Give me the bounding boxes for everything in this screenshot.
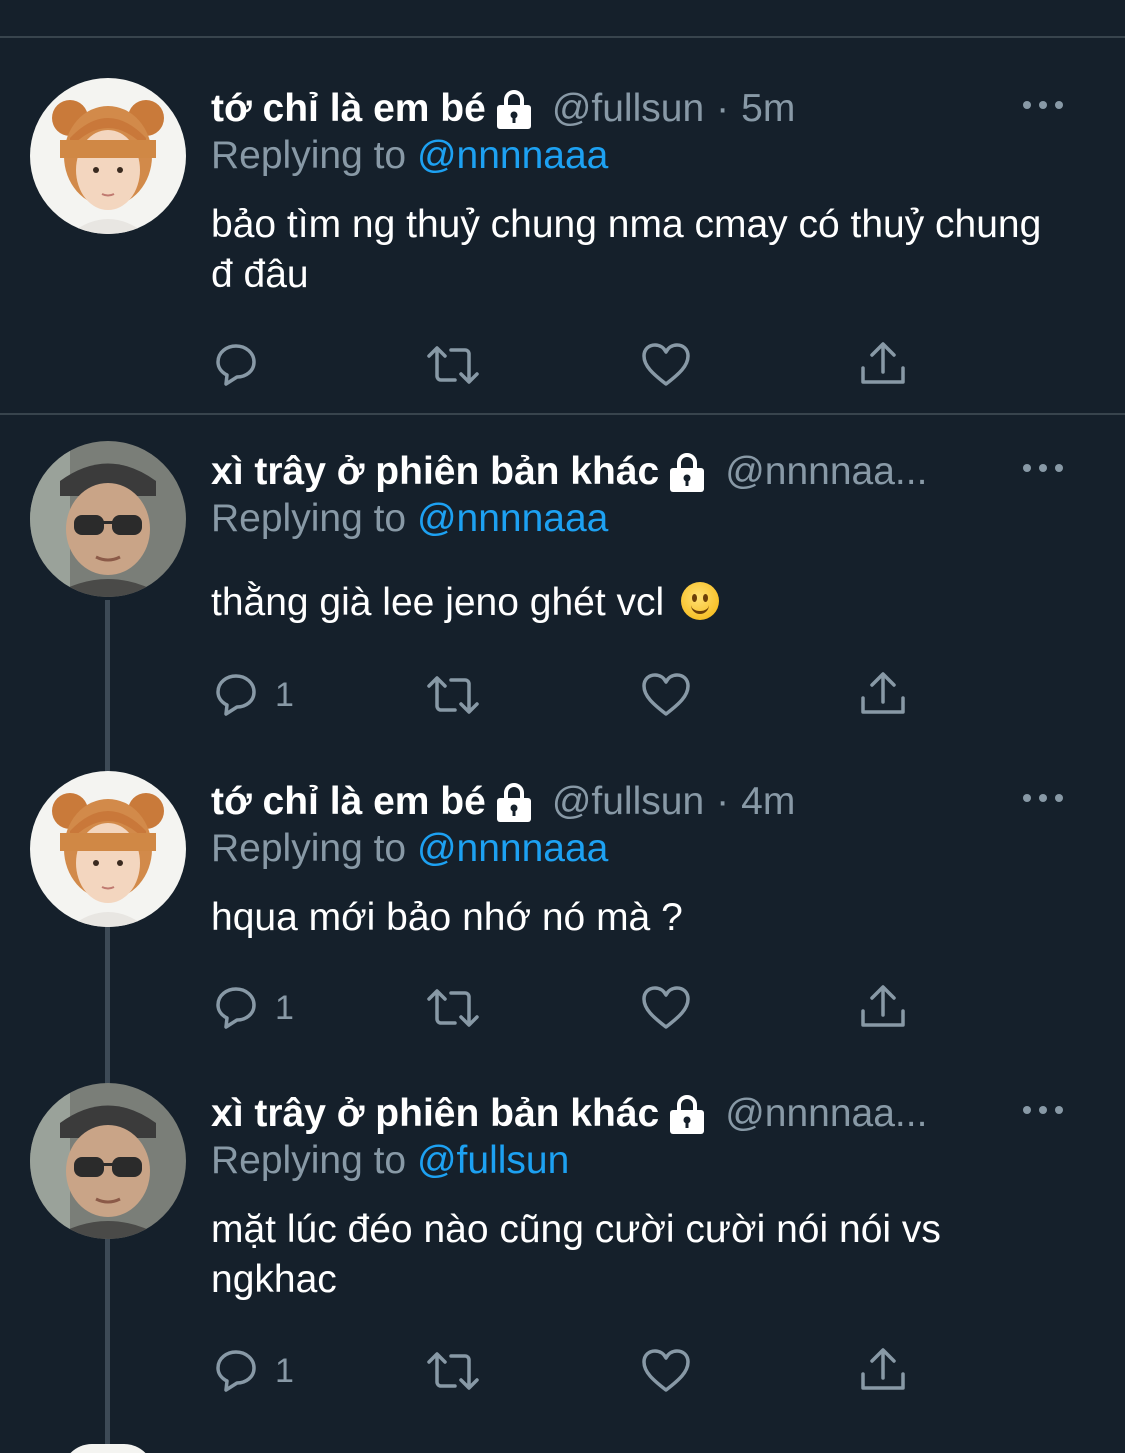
like-button[interactable] — [641, 670, 691, 720]
avatar[interactable] — [30, 771, 186, 927]
more-icon[interactable] — [1023, 792, 1063, 804]
more-icon[interactable] — [1023, 99, 1063, 111]
slightly-smiling-face-icon — [681, 582, 720, 620]
reply-icon — [216, 1350, 256, 1392]
reply-icon — [216, 344, 256, 386]
tweet-header: tớ chỉ là em bé @fullsun · 5m — [211, 84, 795, 134]
reply-count: 1 — [275, 1351, 294, 1390]
tweet-text: bảo tìm ng thuỷ chung nma cmay có thuỷ c… — [211, 203, 1042, 296]
like-button[interactable] — [641, 340, 691, 390]
handle[interactable]: @fullsun — [552, 87, 704, 131]
lock-icon — [667, 450, 707, 494]
tweet-header: xì trây ở phiên bản khác @nnnnaa... — [211, 1089, 1001, 1139]
top-divider — [0, 36, 1125, 38]
share-icon — [861, 672, 905, 714]
reply-icon — [216, 674, 256, 716]
retweet-button[interactable] — [425, 1346, 481, 1396]
action-bar — [211, 340, 931, 390]
reply-button[interactable] — [211, 340, 275, 390]
action-bar: 1 — [211, 670, 931, 720]
handle[interactable]: @fullsun — [552, 780, 704, 824]
retweet-button[interactable] — [425, 670, 481, 720]
separator: · — [716, 780, 730, 823]
share-button[interactable] — [858, 1346, 908, 1396]
sunglasses-avatar — [30, 1083, 186, 1239]
retweet-icon — [427, 989, 479, 1027]
retweet-icon — [427, 346, 479, 384]
display-name[interactable]: xì trây ở phiên bản khác — [211, 450, 659, 494]
more-icon[interactable] — [1023, 1104, 1063, 1116]
timeline: tớ chỉ là em bé @fullsun · 5m Replying t… — [0, 0, 1125, 1453]
reply-button[interactable]: 1 — [211, 670, 294, 720]
thread-connector — [105, 600, 110, 1453]
mention-link[interactable]: @nnnnaaa — [417, 497, 608, 540]
replying-prefix: Replying to — [211, 1139, 417, 1182]
tweet-header: tớ chỉ là em bé @fullsun · 4m — [211, 777, 795, 827]
reply-count: 1 — [275, 988, 294, 1027]
like-button[interactable] — [641, 1346, 691, 1396]
like-icon — [642, 343, 690, 386]
handle[interactable]: @nnnnaa... — [725, 1092, 927, 1136]
retweet-icon — [427, 1352, 479, 1390]
reply-button[interactable]: 1 — [211, 983, 294, 1033]
replying-prefix: Replying to — [211, 497, 417, 540]
action-bar: 1 — [211, 1346, 931, 1396]
more-icon[interactable] — [1023, 462, 1063, 474]
retweet-icon — [427, 676, 479, 714]
orange-hair-avatar — [30, 78, 186, 234]
like-icon — [642, 1349, 690, 1392]
replying-prefix: Replying to — [211, 134, 417, 177]
tweet-text-content: thằng già lee jeno ghét vcl — [211, 581, 665, 624]
separator: · — [716, 87, 730, 130]
replying-to: Replying to @nnnnaaa — [211, 497, 608, 541]
retweet-button[interactable] — [425, 340, 481, 390]
like-icon — [642, 673, 690, 716]
share-icon — [861, 1348, 905, 1390]
avatar[interactable] — [30, 1083, 186, 1239]
handle[interactable]: @nnnnaa... — [725, 450, 927, 494]
mention-link[interactable]: @nnnnaaa — [417, 827, 608, 870]
share-icon — [861, 985, 905, 1027]
replying-prefix: Replying to — [211, 827, 417, 870]
tweet-text: thằng già lee jeno ghét vcl — [211, 578, 1061, 628]
retweet-button[interactable] — [425, 983, 481, 1033]
like-button[interactable] — [641, 983, 691, 1033]
share-icon — [861, 342, 905, 384]
sunglasses-avatar — [30, 441, 186, 597]
display-name[interactable]: tớ chỉ là em bé — [211, 87, 486, 131]
lock-icon — [667, 1092, 707, 1136]
reply-button[interactable]: 1 — [211, 1346, 294, 1396]
timestamp[interactable]: 5m — [741, 87, 795, 131]
tweet-header: xì trây ở phiên bản khác @nnnnaa... — [211, 447, 1001, 497]
replying-to: Replying to @fullsun — [211, 1139, 569, 1183]
tweet-divider — [0, 413, 1125, 415]
display-name[interactable]: tớ chỉ là em bé — [211, 780, 486, 824]
display-name[interactable]: xì trây ở phiên bản khác — [211, 1092, 659, 1136]
share-button[interactable] — [858, 670, 908, 720]
mention-link[interactable]: @nnnnaaa — [417, 134, 608, 177]
tweet-text: hqua mới bảo nhớ nó mà ? — [211, 896, 683, 939]
reply-icon — [216, 987, 256, 1029]
like-icon — [642, 986, 690, 1029]
avatar[interactable] — [30, 441, 186, 597]
avatar[interactable] — [30, 78, 186, 234]
action-bar: 1 — [211, 983, 931, 1033]
mention-link[interactable]: @fullsun — [417, 1139, 569, 1182]
lock-icon — [494, 87, 534, 131]
tweet-text: mặt lúc đéo nào cũng cười cười nói nói v… — [211, 1208, 941, 1301]
replying-to: Replying to @nnnnaaa — [211, 827, 608, 871]
orange-hair-avatar — [30, 771, 186, 927]
next-avatar-partial — [62, 1444, 154, 1453]
share-button[interactable] — [858, 340, 908, 390]
lock-icon — [494, 780, 534, 824]
reply-count: 1 — [275, 675, 294, 714]
share-button[interactable] — [858, 983, 908, 1033]
timestamp[interactable]: 4m — [741, 780, 795, 824]
replying-to: Replying to @nnnnaaa — [211, 134, 608, 178]
